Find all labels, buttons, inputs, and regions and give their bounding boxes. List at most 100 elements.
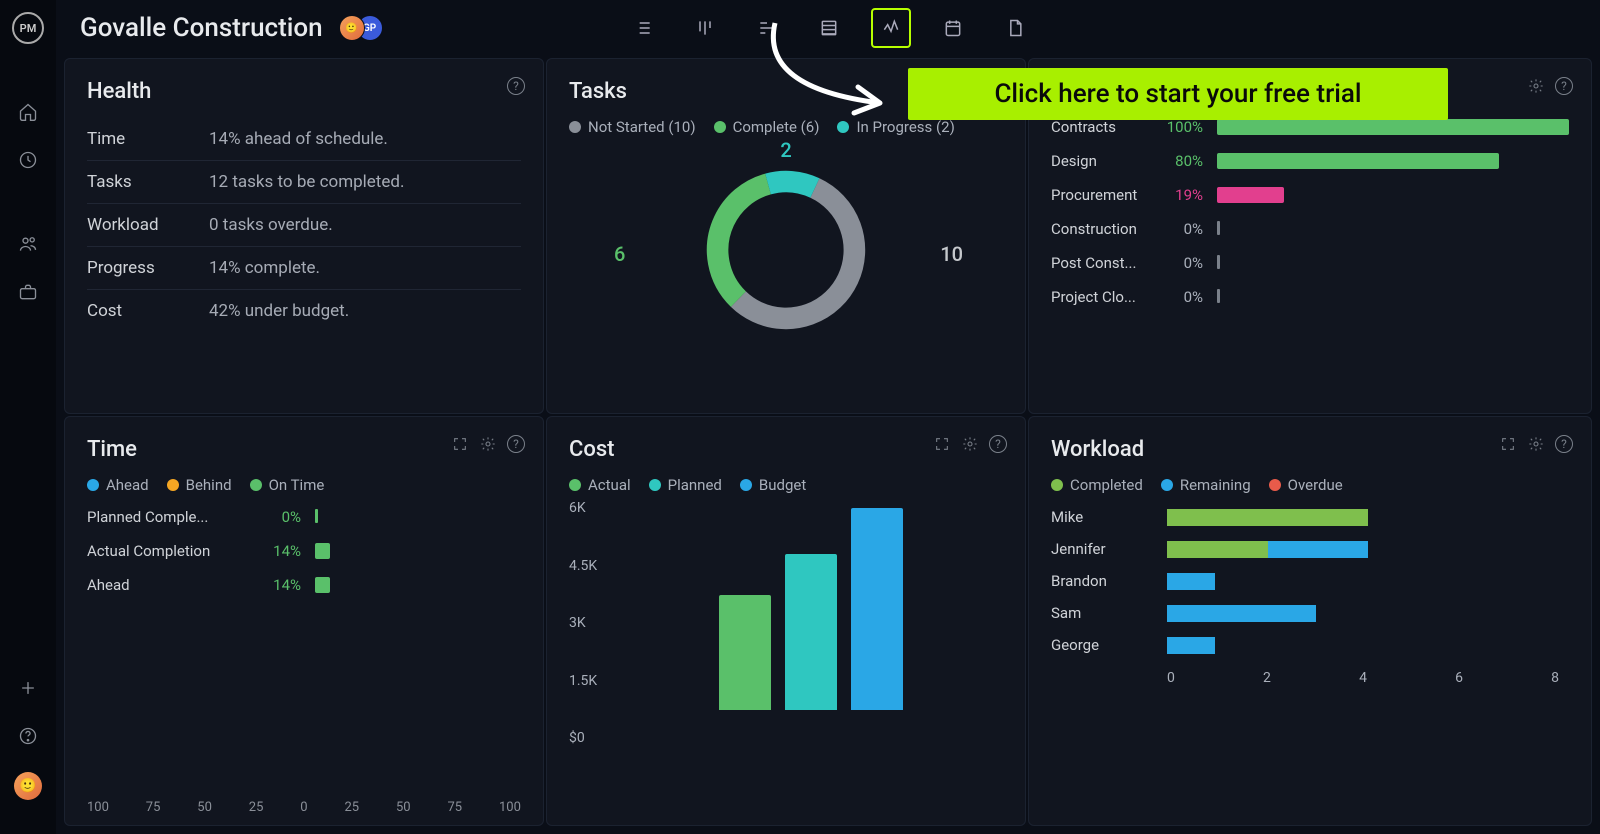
workload-row: Brandon xyxy=(1051,572,1569,590)
time-row-label: Planned Comple... xyxy=(87,508,247,526)
files-view-icon[interactable] xyxy=(995,8,1035,48)
progress-row-bar xyxy=(1217,255,1569,271)
workload-row: Mike xyxy=(1051,508,1569,526)
legend-item: Behind xyxy=(167,476,232,494)
axis-tick: 100 xyxy=(87,800,109,815)
briefcase-icon[interactable] xyxy=(16,280,40,304)
progress-row-bar xyxy=(1217,221,1569,237)
expand-icon[interactable] xyxy=(451,435,469,453)
workload-row-label: George xyxy=(1051,636,1151,654)
workload-row: Sam xyxy=(1051,604,1569,622)
cost-bar-actual xyxy=(719,595,771,710)
axis-tick: 0 xyxy=(1167,670,1175,686)
project-title: Govalle Construction xyxy=(80,13,323,43)
workload-row-label: Mike xyxy=(1051,508,1151,526)
axis-tick: 25 xyxy=(344,800,359,815)
time-row-pct: 0% xyxy=(261,508,301,526)
legend-item: In Progress (2) xyxy=(837,118,954,136)
free-trial-cta[interactable]: Click here to start your free trial xyxy=(908,68,1448,120)
time-row-pct: 14% xyxy=(261,542,301,560)
list-view-icon[interactable] xyxy=(623,8,663,48)
progress-row-label: Post Const... xyxy=(1051,254,1145,272)
sheet-view-icon[interactable] xyxy=(809,8,849,48)
cost-ylabel: 3K xyxy=(569,615,586,631)
workload-row: Jennifer xyxy=(1051,540,1569,558)
health-row-value: 12 tasks to be completed. xyxy=(209,172,404,192)
axis-tick: 75 xyxy=(146,800,161,815)
workload-axis: 02468 xyxy=(1167,670,1569,686)
cost-ylabel: 6K xyxy=(569,500,586,516)
settings-icon[interactable] xyxy=(961,435,979,453)
progress-row-label: Construction xyxy=(1051,220,1145,238)
user-avatar[interactable]: 🙂 xyxy=(14,772,42,800)
progress-row-pct: 0% xyxy=(1159,254,1203,272)
avatar-1[interactable]: 🙂 xyxy=(339,15,365,41)
workload-seg xyxy=(1167,605,1316,622)
expand-icon[interactable] xyxy=(933,435,951,453)
app-logo[interactable]: PM xyxy=(12,12,44,44)
home-icon[interactable] xyxy=(16,100,40,124)
clock-icon[interactable] xyxy=(16,148,40,172)
settings-icon[interactable] xyxy=(1527,77,1545,95)
expand-icon[interactable] xyxy=(1499,435,1517,453)
health-row-value: 42% under budget. xyxy=(209,301,349,321)
health-row-value: 14% complete. xyxy=(209,258,320,278)
health-row: Cost 42% under budget. xyxy=(87,290,521,332)
health-row-label: Cost xyxy=(87,301,209,321)
health-row: Workload 0 tasks overdue. xyxy=(87,204,521,247)
member-avatars[interactable]: 🙂 GP xyxy=(339,15,383,41)
dashboard-view-icon[interactable] xyxy=(871,8,911,48)
legend-item: Remaining xyxy=(1161,476,1251,494)
time-row-pct: 14% xyxy=(261,576,301,594)
help-icon[interactable]: ? xyxy=(989,435,1007,453)
add-icon[interactable] xyxy=(16,676,40,700)
progress-row: Contracts 100% xyxy=(1051,118,1569,136)
legend-item: Actual xyxy=(569,476,631,494)
time-row-bar xyxy=(315,577,425,593)
health-row: Time 14% ahead of schedule. xyxy=(87,118,521,161)
help-icon[interactable]: ? xyxy=(507,435,525,453)
axis-tick: 25 xyxy=(249,800,264,815)
tasks-donut: 6 10 2 xyxy=(569,150,1003,350)
help-icon[interactable] xyxy=(16,724,40,748)
progress-row: Procurement 19% xyxy=(1051,186,1569,204)
view-switcher xyxy=(623,8,1035,48)
progress-row: Project Clo... 0% xyxy=(1051,288,1569,306)
time-row: Ahead 14% xyxy=(87,576,521,594)
workload-seg xyxy=(1167,573,1215,590)
cost-ylabel: 1.5K xyxy=(569,673,597,689)
axis-tick: 2 xyxy=(1263,670,1271,686)
board-view-icon[interactable] xyxy=(685,8,725,48)
time-axis: 1007550250255075100 xyxy=(87,800,521,815)
progress-row-label: Project Clo... xyxy=(1051,288,1145,306)
calendar-view-icon[interactable] xyxy=(933,8,973,48)
help-icon[interactable]: ? xyxy=(507,77,525,95)
axis-tick: 50 xyxy=(197,800,212,815)
health-row-label: Workload xyxy=(87,215,209,235)
tasks-legend: Not Started (10)Complete (6)In Progress … xyxy=(569,118,1003,136)
team-icon[interactable] xyxy=(16,232,40,256)
workload-seg xyxy=(1167,637,1215,654)
cost-card: ? Cost ActualPlannedBudget 6K 4.5K 3K 1.… xyxy=(546,416,1026,826)
progress-row-pct: 0% xyxy=(1159,220,1203,238)
help-icon[interactable]: ? xyxy=(1555,77,1573,95)
legend-item: Planned xyxy=(649,476,722,494)
help-icon[interactable]: ? xyxy=(1555,435,1573,453)
legend-item: Overdue xyxy=(1269,476,1343,494)
progress-row-bar xyxy=(1217,153,1569,169)
axis-tick: 75 xyxy=(447,800,462,815)
progress-row-label: Contracts xyxy=(1051,118,1145,136)
settings-icon[interactable] xyxy=(1527,435,1545,453)
axis-tick: 50 xyxy=(396,800,411,815)
progress-row-label: Design xyxy=(1051,152,1145,170)
donut-label-progress: 2 xyxy=(780,138,791,162)
health-row: Tasks 12 tasks to be completed. xyxy=(87,161,521,204)
progress-row-pct: 100% xyxy=(1159,118,1203,136)
gantt-view-icon[interactable] xyxy=(747,8,787,48)
settings-icon[interactable] xyxy=(479,435,497,453)
workload-title: Workload xyxy=(1051,437,1569,462)
legend-item: Budget xyxy=(740,476,806,494)
health-row-label: Time xyxy=(87,129,209,149)
time-row-label: Actual Completion xyxy=(87,542,247,560)
cost-bar-planned xyxy=(785,554,837,710)
